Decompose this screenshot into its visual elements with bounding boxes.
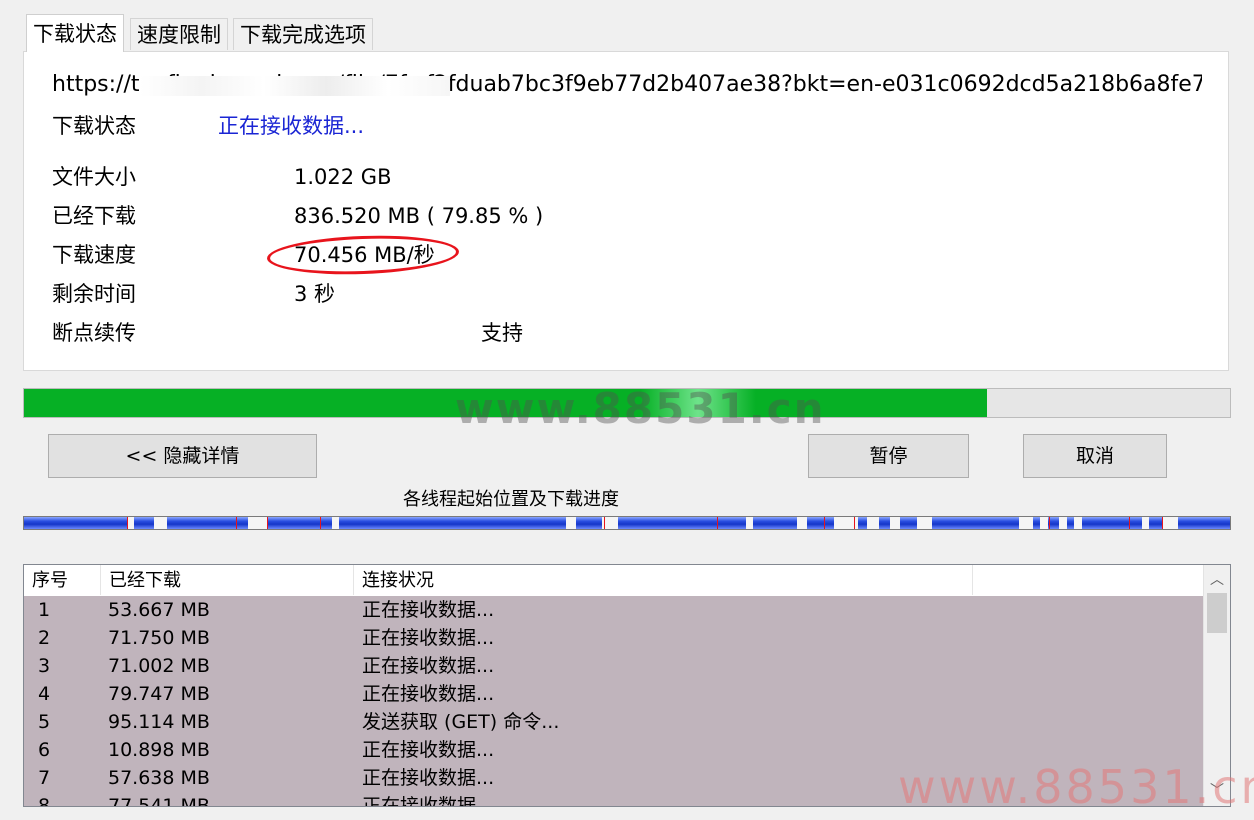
- table-row[interactable]: 3 71.002 MB 正在接收数据...: [24, 652, 1204, 680]
- row-status: 正在接收数据...: [362, 683, 495, 705]
- thread-gap: [332, 517, 339, 529]
- thread-gap: [566, 517, 576, 529]
- row-status: 正在接收数据...: [362, 655, 495, 677]
- row-downloaded: 77.541 MB: [108, 795, 210, 807]
- thread-gap: [1019, 517, 1033, 529]
- threads-title: 各线程起始位置及下载进度: [0, 488, 1254, 512]
- table-row[interactable]: 5 95.114 MB 发送获取 (GET) 命令...: [24, 708, 1204, 736]
- watermark-corner: www.88531.cn: [898, 760, 1254, 814]
- thread-marker: [267, 517, 268, 529]
- threads-title-text: 各线程起始位置及下载进度: [403, 489, 619, 510]
- thread-marker: [717, 517, 718, 529]
- row-index: 3: [38, 655, 51, 677]
- row-index: 4: [38, 683, 51, 705]
- watermark-center: www.88531.cn: [455, 384, 826, 433]
- row-status: 发送获取 (GET) 命令...: [362, 711, 560, 733]
- thread-gap: [797, 517, 807, 529]
- downloaded-value: 836.520 MB ( 79.85 % ): [294, 204, 544, 228]
- row-downloaded: 53.667 MB: [108, 599, 210, 621]
- row-status: 正在接收数据...: [362, 599, 495, 621]
- cancel-button[interactable]: 取消: [1023, 434, 1167, 478]
- resume-value: 支持: [481, 321, 523, 345]
- thread-marker: [854, 517, 855, 529]
- thread-gap: [890, 517, 900, 529]
- pause-button[interactable]: 暂停: [808, 434, 969, 478]
- row-status: 正在接收数据...: [362, 627, 495, 649]
- thread-marker: [236, 517, 237, 529]
- row-status: 正在接收数据...: [362, 739, 495, 761]
- row-downloaded: 71.750 MB: [108, 627, 210, 649]
- scroll-up-icon[interactable]: ︿: [1204, 567, 1230, 593]
- thread-marker: [1129, 517, 1130, 529]
- status-label: 下载状态: [52, 114, 136, 138]
- thread-marker: [604, 517, 605, 529]
- row-downloaded: 71.002 MB: [108, 655, 210, 677]
- column-header-extra[interactable]: [973, 565, 1204, 595]
- scroll-thumb[interactable]: [1207, 593, 1227, 633]
- table-row[interactable]: 2 71.750 MB 正在接收数据...: [24, 624, 1204, 652]
- thread-marker: [1049, 517, 1050, 529]
- resume-label: 断点续传: [52, 321, 136, 345]
- row-downloaded: 79.747 MB: [108, 683, 210, 705]
- thread-gap: [867, 517, 879, 529]
- row-index: 2: [38, 627, 51, 649]
- thread-gap: [1040, 517, 1048, 529]
- status-value: 正在接收数据...: [218, 114, 365, 138]
- thread-gap: [1162, 517, 1178, 529]
- thread-gap: [746, 517, 753, 529]
- table-row[interactable]: 4 79.747 MB 正在接收数据...: [24, 680, 1204, 708]
- thread-gap: [154, 517, 167, 529]
- row-status: 正在接收数据...: [362, 767, 495, 789]
- thread-marker: [127, 517, 128, 529]
- thread-marker: [1162, 517, 1163, 529]
- remaining-time-label: 剩余时间: [52, 282, 136, 306]
- row-index: 6: [38, 739, 51, 761]
- hide-details-button[interactable]: << 隐藏详情: [48, 434, 317, 478]
- column-header-downloaded[interactable]: 已经下载: [101, 565, 354, 595]
- thread-gap: [1142, 517, 1149, 529]
- list-header: 序号 已经下载 连接状况: [24, 565, 1204, 595]
- column-header-status[interactable]: 连接状况: [354, 565, 973, 595]
- row-index: 8: [38, 795, 51, 807]
- file-size-value: 1.022 GB: [294, 165, 392, 189]
- row-index: 1: [38, 599, 51, 621]
- row-index: 5: [38, 711, 51, 733]
- thread-marker: [320, 517, 321, 529]
- tab-download-status[interactable]: 下载状态: [26, 14, 124, 52]
- speed-label: 下载速度: [52, 243, 136, 267]
- thread-gap: [1074, 517, 1082, 529]
- tab-speed-limit[interactable]: 速度限制: [130, 18, 228, 50]
- thread-gap: [1059, 517, 1067, 529]
- thread-gap: [917, 517, 932, 529]
- remaining-time-value: 3 秒: [294, 282, 336, 306]
- details-panel: https://tuafj...dua...cbs...../file/7f..…: [23, 51, 1229, 371]
- thread-gap: [248, 517, 268, 529]
- row-downloaded: 95.114 MB: [108, 711, 210, 733]
- row-downloaded: 10.898 MB: [108, 739, 210, 761]
- thread-gap: [127, 517, 134, 529]
- row-index: 7: [38, 767, 51, 789]
- threads-progress-bar: [23, 516, 1231, 530]
- downloaded-label: 已经下载: [52, 204, 136, 228]
- tab-completion-options[interactable]: 下载完成选项: [233, 18, 373, 50]
- column-header-index[interactable]: 序号: [24, 565, 101, 595]
- row-downloaded: 57.638 MB: [108, 767, 210, 789]
- table-row[interactable]: 1 53.667 MB 正在接收数据...: [24, 596, 1204, 624]
- file-size-label: 文件大小: [52, 165, 136, 189]
- url-redaction: [140, 76, 450, 96]
- row-status: 正在接收数据...: [362, 795, 495, 807]
- thread-marker: [824, 517, 825, 529]
